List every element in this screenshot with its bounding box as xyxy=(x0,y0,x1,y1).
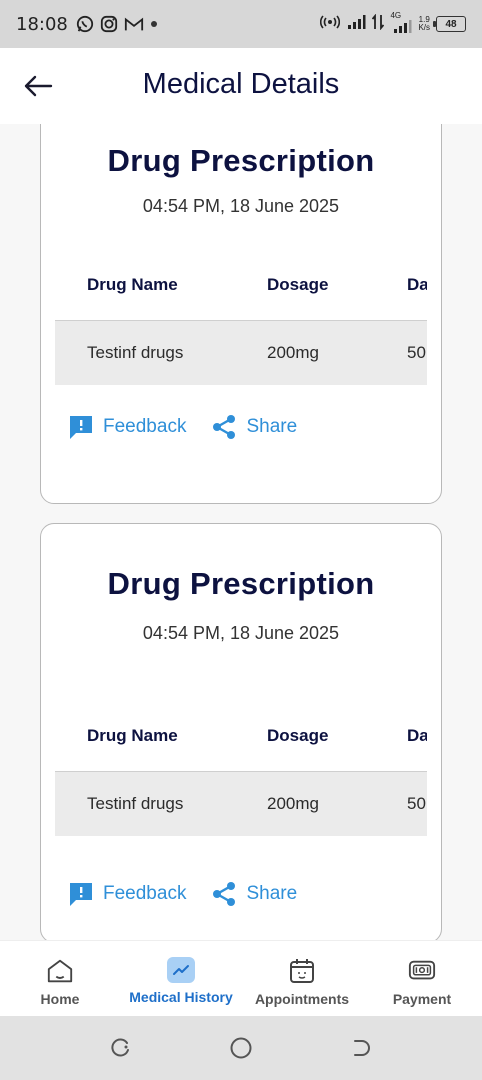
share-icon xyxy=(210,413,238,441)
prescription-list[interactable]: Drug Prescription 04:54 PM, 18 June 2025… xyxy=(0,124,482,940)
recent-apps-icon[interactable] xyxy=(108,1036,132,1060)
data-arrows-icon xyxy=(372,13,385,35)
prescription-date: 04:54 PM, 18 June 2025 xyxy=(142,196,340,216)
back-button-icon[interactable] xyxy=(350,1036,374,1060)
table-header: Drug Name Dosage Da xyxy=(55,700,427,772)
instagram-icon xyxy=(100,15,118,33)
feedback-label: Feedback xyxy=(103,416,187,437)
feedback-icon xyxy=(67,880,95,908)
cell-truncated: 50 xyxy=(407,343,426,362)
cell-drug-name: Testinf drugs xyxy=(87,794,184,813)
nav-item-medical-history[interactable]: Medical History xyxy=(120,941,242,1017)
prescription-table[interactable]: Drug Name Dosage Da Testinf drugs 200mg … xyxy=(55,700,427,836)
cell-dosage: 200mg xyxy=(267,343,319,362)
feedback-icon xyxy=(67,413,95,441)
nav-item-payment[interactable]: Payment xyxy=(382,941,462,1017)
share-icon xyxy=(210,880,238,908)
cell-drug-name: Testinf drugs xyxy=(87,343,184,362)
prescription-date: 04:54 PM, 18 June 2025 xyxy=(142,623,340,643)
nav-item-appointments[interactable]: Appointments xyxy=(248,941,356,1017)
payment-icon xyxy=(408,957,436,985)
system-navigation-bar xyxy=(0,1016,482,1080)
cell-truncated: 50 xyxy=(407,794,426,813)
bottom-navigation: Home Medical History Appointments Paymen… xyxy=(0,940,482,1016)
prescription-title: Drug Prescription xyxy=(107,566,375,601)
table-row: Testinf drugs 200mg 50 xyxy=(55,321,427,385)
dot-icon xyxy=(150,20,158,28)
whatsapp-icon xyxy=(76,15,94,33)
prescription-card: Drug Prescription 04:54 PM, 18 June 2025… xyxy=(40,124,442,504)
network-speed-unit: K/s xyxy=(418,23,430,32)
signal-4g-icon: 4G xyxy=(390,11,412,34)
status-right-group: 4G 1.9 K/s 48 xyxy=(320,0,466,48)
feedback-button[interactable]: Feedback xyxy=(67,413,186,441)
status-bar: 18:08 4G 1.9 K/s 48 xyxy=(0,0,482,48)
column-header-truncated: Da xyxy=(407,725,427,745)
column-header-dosage: Dosage xyxy=(267,725,329,745)
battery-level: 48 xyxy=(445,18,457,30)
page-title: Medical Details xyxy=(142,68,340,100)
prescription-table[interactable]: Drug Name Dosage Da Testinf drugs 200mg … xyxy=(55,249,427,385)
battery-icon: 48 xyxy=(433,16,466,32)
nav-label: Payment xyxy=(392,991,452,1007)
status-time: 18:08 xyxy=(16,13,68,35)
calendar-icon xyxy=(288,957,316,985)
share-button[interactable]: Share xyxy=(210,880,297,908)
nav-item-home[interactable]: Home xyxy=(20,941,100,1017)
card-actions: Feedback Share xyxy=(67,413,321,441)
column-header-dosage: Dosage xyxy=(267,274,329,294)
network-speed: 1.9 K/s xyxy=(418,16,430,32)
home-icon xyxy=(46,957,74,985)
nav-label: Medical History xyxy=(129,989,233,1005)
signal-icon xyxy=(346,14,366,35)
prescription-title: Drug Prescription xyxy=(107,143,375,178)
nav-label: Home xyxy=(40,991,80,1007)
hotspot-icon xyxy=(320,14,341,35)
column-header-drug-name: Drug Name xyxy=(87,274,178,294)
chart-icon xyxy=(167,957,195,983)
cell-dosage: 200mg xyxy=(267,794,319,813)
share-button[interactable]: Share xyxy=(210,413,297,441)
feedback-label: Feedback xyxy=(103,883,187,904)
feedback-button[interactable]: Feedback xyxy=(67,880,186,908)
card-actions: Feedback Share xyxy=(67,880,321,908)
app-header: Medical Details xyxy=(0,48,482,124)
table-row: Testinf drugs 200mg 50 xyxy=(55,772,427,836)
share-label: Share xyxy=(246,883,298,904)
column-header-drug-name: Drug Name xyxy=(87,725,178,745)
gmail-icon xyxy=(124,16,144,32)
share-label: Share xyxy=(246,416,298,437)
prescription-card: Drug Prescription 04:54 PM, 18 June 2025… xyxy=(40,523,442,940)
home-button-icon[interactable] xyxy=(229,1036,253,1060)
column-header-truncated: Da xyxy=(407,274,427,294)
nav-label: Appointments xyxy=(254,991,350,1007)
network-type: 4G xyxy=(390,11,402,20)
table-header: Drug Name Dosage Da xyxy=(55,249,427,321)
